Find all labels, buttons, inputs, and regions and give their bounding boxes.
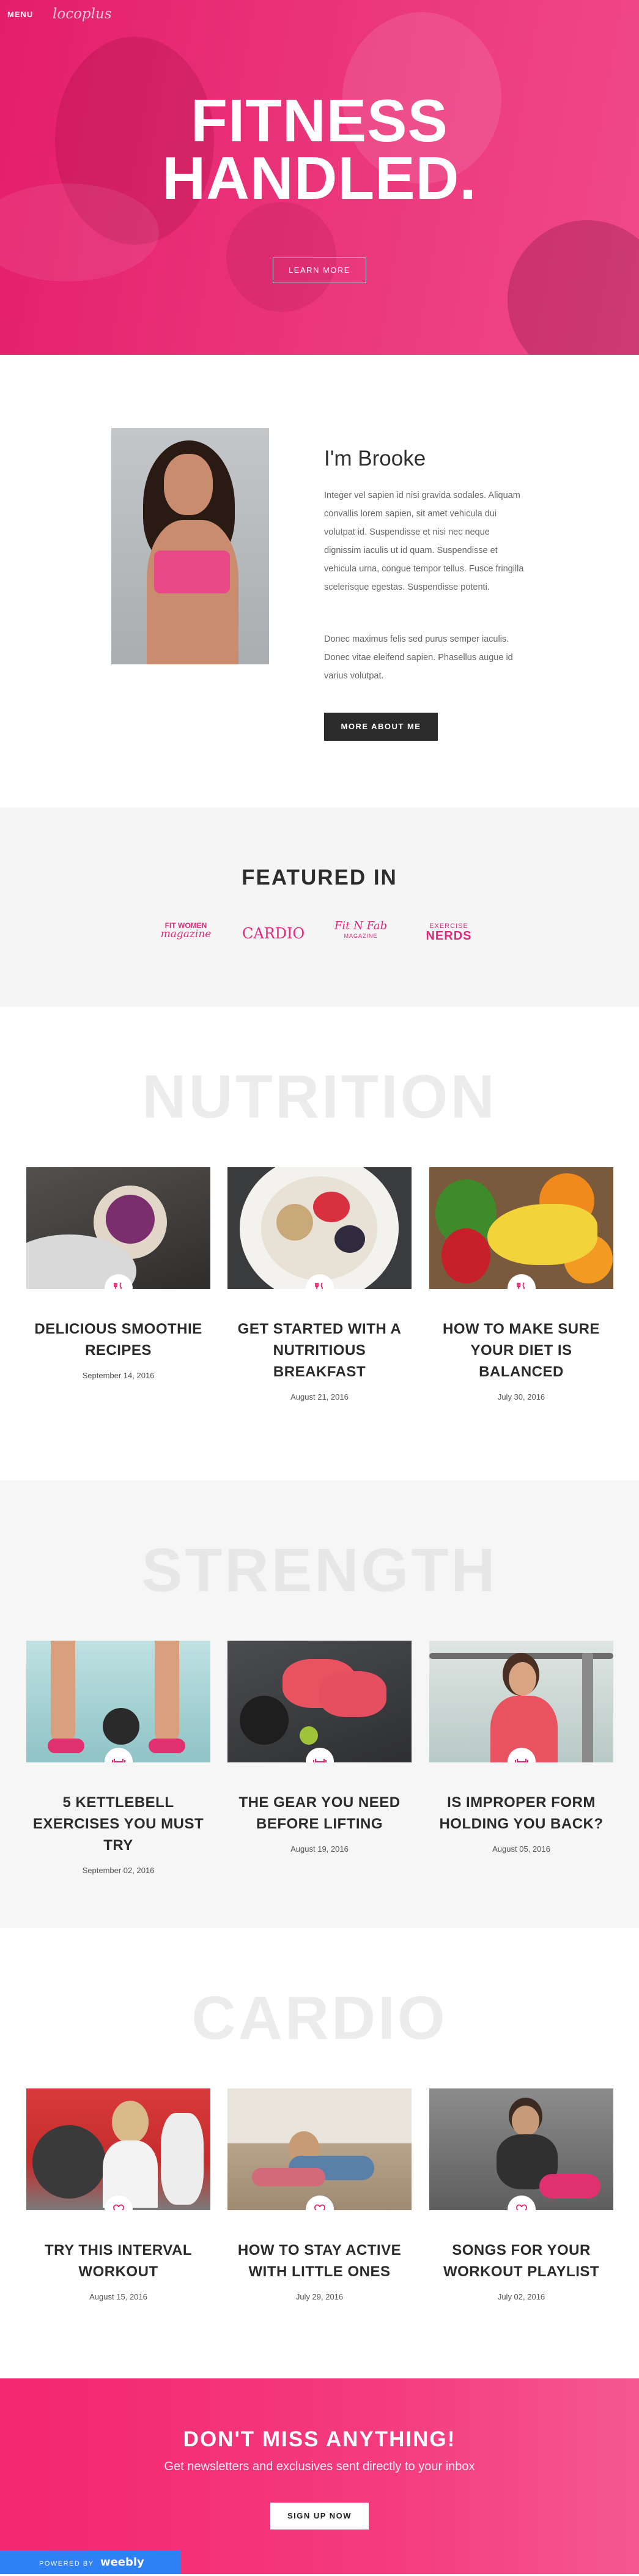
fit-women-logo-line2: magazine [160,928,212,940]
about-paragraph-2: Donec maximus felis sed purus semper iac… [324,634,513,681]
hero-title: FITNESS HANDLED. [0,87,639,212]
post-image-form[interactable] [429,1641,613,1762]
heart-icon [306,2196,334,2210]
post-card[interactable]: DELICIOUS SMOOTHIE RECIPES September 14,… [26,1167,210,1380]
post-date: August 19, 2016 [290,1844,349,1854]
powered-by-weebly-badge[interactable]: POWERED BY weebly [0,2550,181,2574]
post-card[interactable]: GET STARTED WITH A NUTRITIOUS BREAKFAST … [227,1167,412,1401]
post-title[interactable]: DELICIOUS SMOOTHIE RECIPES [26,1318,210,1361]
post-title[interactable]: GET STARTED WITH A NUTRITIOUS BREAKFAST [227,1318,412,1383]
post-card[interactable]: SONGS FOR YOUR WORKOUT PLAYLIST July 02,… [429,2088,613,2301]
cardio-logo: CARDIO [242,925,305,942]
about-paragraph-1: Integer vel sapien id nisi gravida sodal… [324,491,524,592]
nutrition-section: NUTRITION DELICIOUS SMOOTHIE RECIPES Sep… [0,1007,639,1480]
hero-banner: MENU locoplus FITNESS HANDLED. LEARN MOR… [0,0,639,355]
photo-top-shape [154,551,230,593]
post-title[interactable]: HOW TO STAY ACTIVE WITH LITTLE ONES [227,2240,412,2282]
dumbbell-icon [105,1748,133,1762]
nutrition-heading: NUTRITION [142,1063,497,1131]
post-title[interactable]: IS IMPROPER FORM HOLDING YOU BACK? [429,1792,613,1835]
fit-n-fab-logo-sub: MAGAZINE [344,933,378,939]
post-date: September 02, 2016 [82,1866,155,1875]
post-image-active[interactable] [227,2088,412,2210]
cardio-heading: CARDIO [191,1984,448,2052]
post-card[interactable]: IS IMPROPER FORM HOLDING YOU BACK? Augus… [429,1641,613,1854]
strength-heading: STRENGTH [141,1536,498,1605]
newsletter-subtitle: Get newsletters and exclusives sent dire… [164,2460,475,2473]
post-date: September 14, 2016 [82,1371,155,1380]
post-card[interactable]: HOW TO MAKE SURE YOUR DIET IS BALANCED J… [429,1167,613,1401]
post-card[interactable]: TRY THIS INTERVAL WORKOUT August 15, 201… [26,2088,210,2301]
post-title[interactable]: SONGS FOR YOUR WORKOUT PLAYLIST [429,2240,613,2282]
fork-knife-icon [508,1274,536,1289]
photo-face-shape [164,454,213,515]
hero-title-line2: HANDLED. [162,144,477,212]
post-date: August 15, 2016 [89,2292,147,2301]
fit-n-fab-logo: Fit N Fab MAGAZINE [333,921,388,941]
site-logo[interactable]: locoplus [53,6,112,22]
post-image-kettlebell[interactable] [26,1641,210,1762]
post-card[interactable]: THE GEAR YOU NEED BEFORE LIFTING August … [227,1641,412,1854]
fit-n-fab-logo-title: Fit N Fab [334,919,388,932]
featured-title: FEATURED IN [242,866,397,889]
strength-section: STRENGTH 5 KETTLEBELL EXERCISES YOU MUST… [0,1480,639,1928]
weebly-prefix: POWERED BY [39,2560,94,2567]
post-title[interactable]: HOW TO MAKE SURE YOUR DIET IS BALANCED [429,1318,613,1383]
hero-background-shape [226,202,336,312]
post-date: July 30, 2016 [497,1392,545,1401]
newsletter-title: DON'T MISS ANYTHING! [183,2427,456,2451]
menu-button[interactable]: MENU [7,10,33,19]
post-date: August 21, 2016 [290,1392,349,1401]
about-section: I'm Brooke Integer vel sapien id nisi gr… [0,355,639,807]
dumbbell-icon [306,1748,334,1762]
exercise-nerds-logo: EXERCISE NERDS [421,921,477,943]
hero-title-line1: FITNESS [191,87,448,154]
featured-in-section: FEATURED IN FIT WOMEN magazine CARDIO Fi… [0,807,639,1007]
weebly-brand: weebly [100,2556,144,2569]
post-image-fruit[interactable] [429,1167,613,1289]
post-image-breakfast[interactable] [227,1167,412,1289]
post-date: July 02, 2016 [497,2292,545,2301]
about-photo [111,428,269,664]
post-card[interactable]: HOW TO STAY ACTIVE WITH LITTLE ONES July… [227,2088,412,2301]
heart-icon [508,2196,536,2210]
post-image-interval[interactable] [26,2088,210,2210]
hero-background-weight [508,220,639,355]
post-image-gear[interactable] [227,1641,412,1762]
about-title: I'm Brooke [324,447,426,470]
sign-up-button[interactable]: SIGN UP NOW [270,2503,369,2530]
post-image-playlist[interactable] [429,2088,613,2210]
post-image-smoothie[interactable] [26,1167,210,1289]
cardio-section: CARDIO TRY THIS INTERVAL WORKOUT August … [0,1928,639,2378]
learn-more-button[interactable]: LEARN MORE [273,258,366,283]
exercise-nerds-logo-line2: NERDS [426,929,472,943]
post-title[interactable]: 5 KETTLEBELL EXERCISES YOU MUST TRY [26,1792,210,1856]
fit-women-logo: FIT WOMEN magazine [158,921,214,940]
newsletter-section: DON'T MISS ANYTHING! Get newsletters and… [0,2378,639,2574]
post-title[interactable]: THE GEAR YOU NEED BEFORE LIFTING [227,1792,412,1835]
more-about-me-button[interactable]: MORE ABOUT ME [324,713,438,741]
post-date: August 05, 2016 [492,1844,550,1854]
post-card[interactable]: 5 KETTLEBELL EXERCISES YOU MUST TRY Sept… [26,1641,210,1875]
post-date: July 29, 2016 [295,2292,344,2301]
post-title[interactable]: TRY THIS INTERVAL WORKOUT [26,2240,210,2282]
